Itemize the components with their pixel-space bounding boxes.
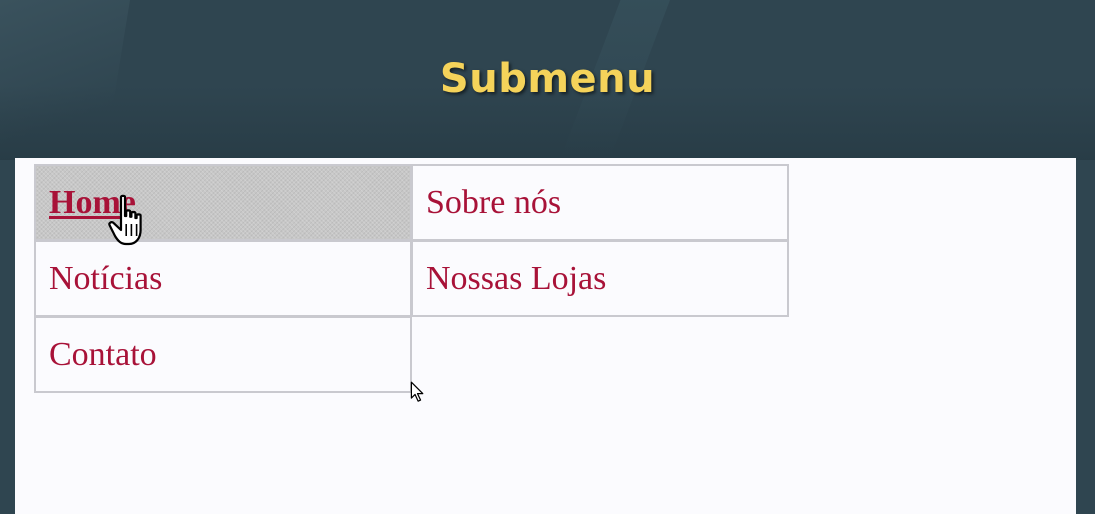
menu-item-contato[interactable]: Contato <box>34 316 412 393</box>
menu-item-home[interactable]: Home <box>34 164 412 241</box>
menu-item-noticias[interactable]: Notícias <box>34 240 412 317</box>
menu-item-label: Notícias <box>49 260 163 297</box>
menu-item-label: Nossas Lojas <box>426 260 607 297</box>
browser-viewport: Home Sobre nós Notícias Nossas Lojas Con… <box>15 158 1076 514</box>
menu-item-sobre-nos[interactable]: Sobre nós <box>411 164 789 241</box>
menu-item-label: Sobre nós <box>426 184 562 221</box>
menu-item-nossas-lojas[interactable]: Nossas Lojas <box>411 240 789 317</box>
menu-item-label: Contato <box>49 336 157 373</box>
menu-item-label: Home <box>49 184 136 221</box>
submenu-grid: Home Sobre nós Notícias Nossas Lojas Con… <box>34 164 790 394</box>
slide-title: Submenu <box>439 56 656 102</box>
